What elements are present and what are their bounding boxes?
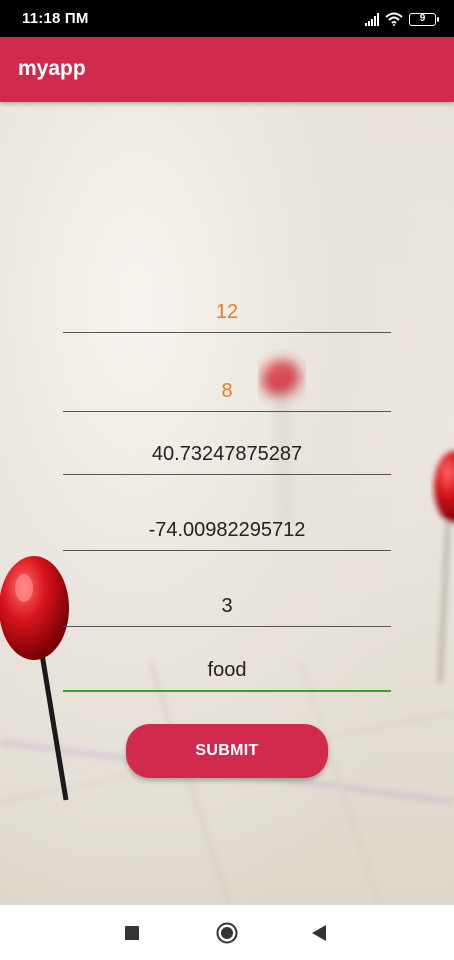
field-5[interactable]: 3 — [63, 586, 391, 627]
status-bar: 11:18 ПМ 9 — [0, 0, 454, 37]
navigation-bar — [0, 905, 454, 960]
back-button[interactable] — [289, 905, 349, 960]
home-circle-icon — [216, 922, 238, 943]
status-icons: 9 — [365, 9, 439, 29]
recents-button[interactable] — [102, 905, 162, 960]
field-2-value: 8 — [221, 379, 233, 402]
app-bar: myapp — [0, 37, 454, 102]
map-pins-background — [0, 360, 454, 905]
field-1[interactable]: 12 — [63, 292, 391, 333]
longitude-field[interactable]: -74.00982295712 — [63, 510, 391, 551]
status-time: 11:18 ПМ — [22, 10, 89, 27]
keyword-value: food — [207, 658, 247, 681]
latitude-field[interactable]: 40.73247875287 — [63, 434, 391, 475]
wifi-icon — [385, 12, 403, 26]
field-1-value: 12 — [215, 300, 239, 323]
app-title: myapp — [18, 57, 86, 80]
recents-square-icon — [125, 925, 139, 940]
submit-button[interactable]: SUBMIT — [126, 724, 328, 778]
keyword-field[interactable]: food — [63, 650, 391, 692]
latitude-value: 40.73247875287 — [151, 442, 303, 465]
longitude-value: -74.00982295712 — [148, 518, 306, 541]
field-5-value: 3 — [221, 594, 233, 617]
home-button[interactable] — [197, 905, 257, 960]
field-2[interactable]: 8 — [63, 371, 391, 412]
battery-level: 9 — [419, 13, 426, 24]
signal-icon — [365, 12, 379, 26]
battery-icon: 9 — [409, 12, 439, 26]
background-image — [0, 102, 454, 905]
back-triangle-icon — [312, 924, 326, 941]
